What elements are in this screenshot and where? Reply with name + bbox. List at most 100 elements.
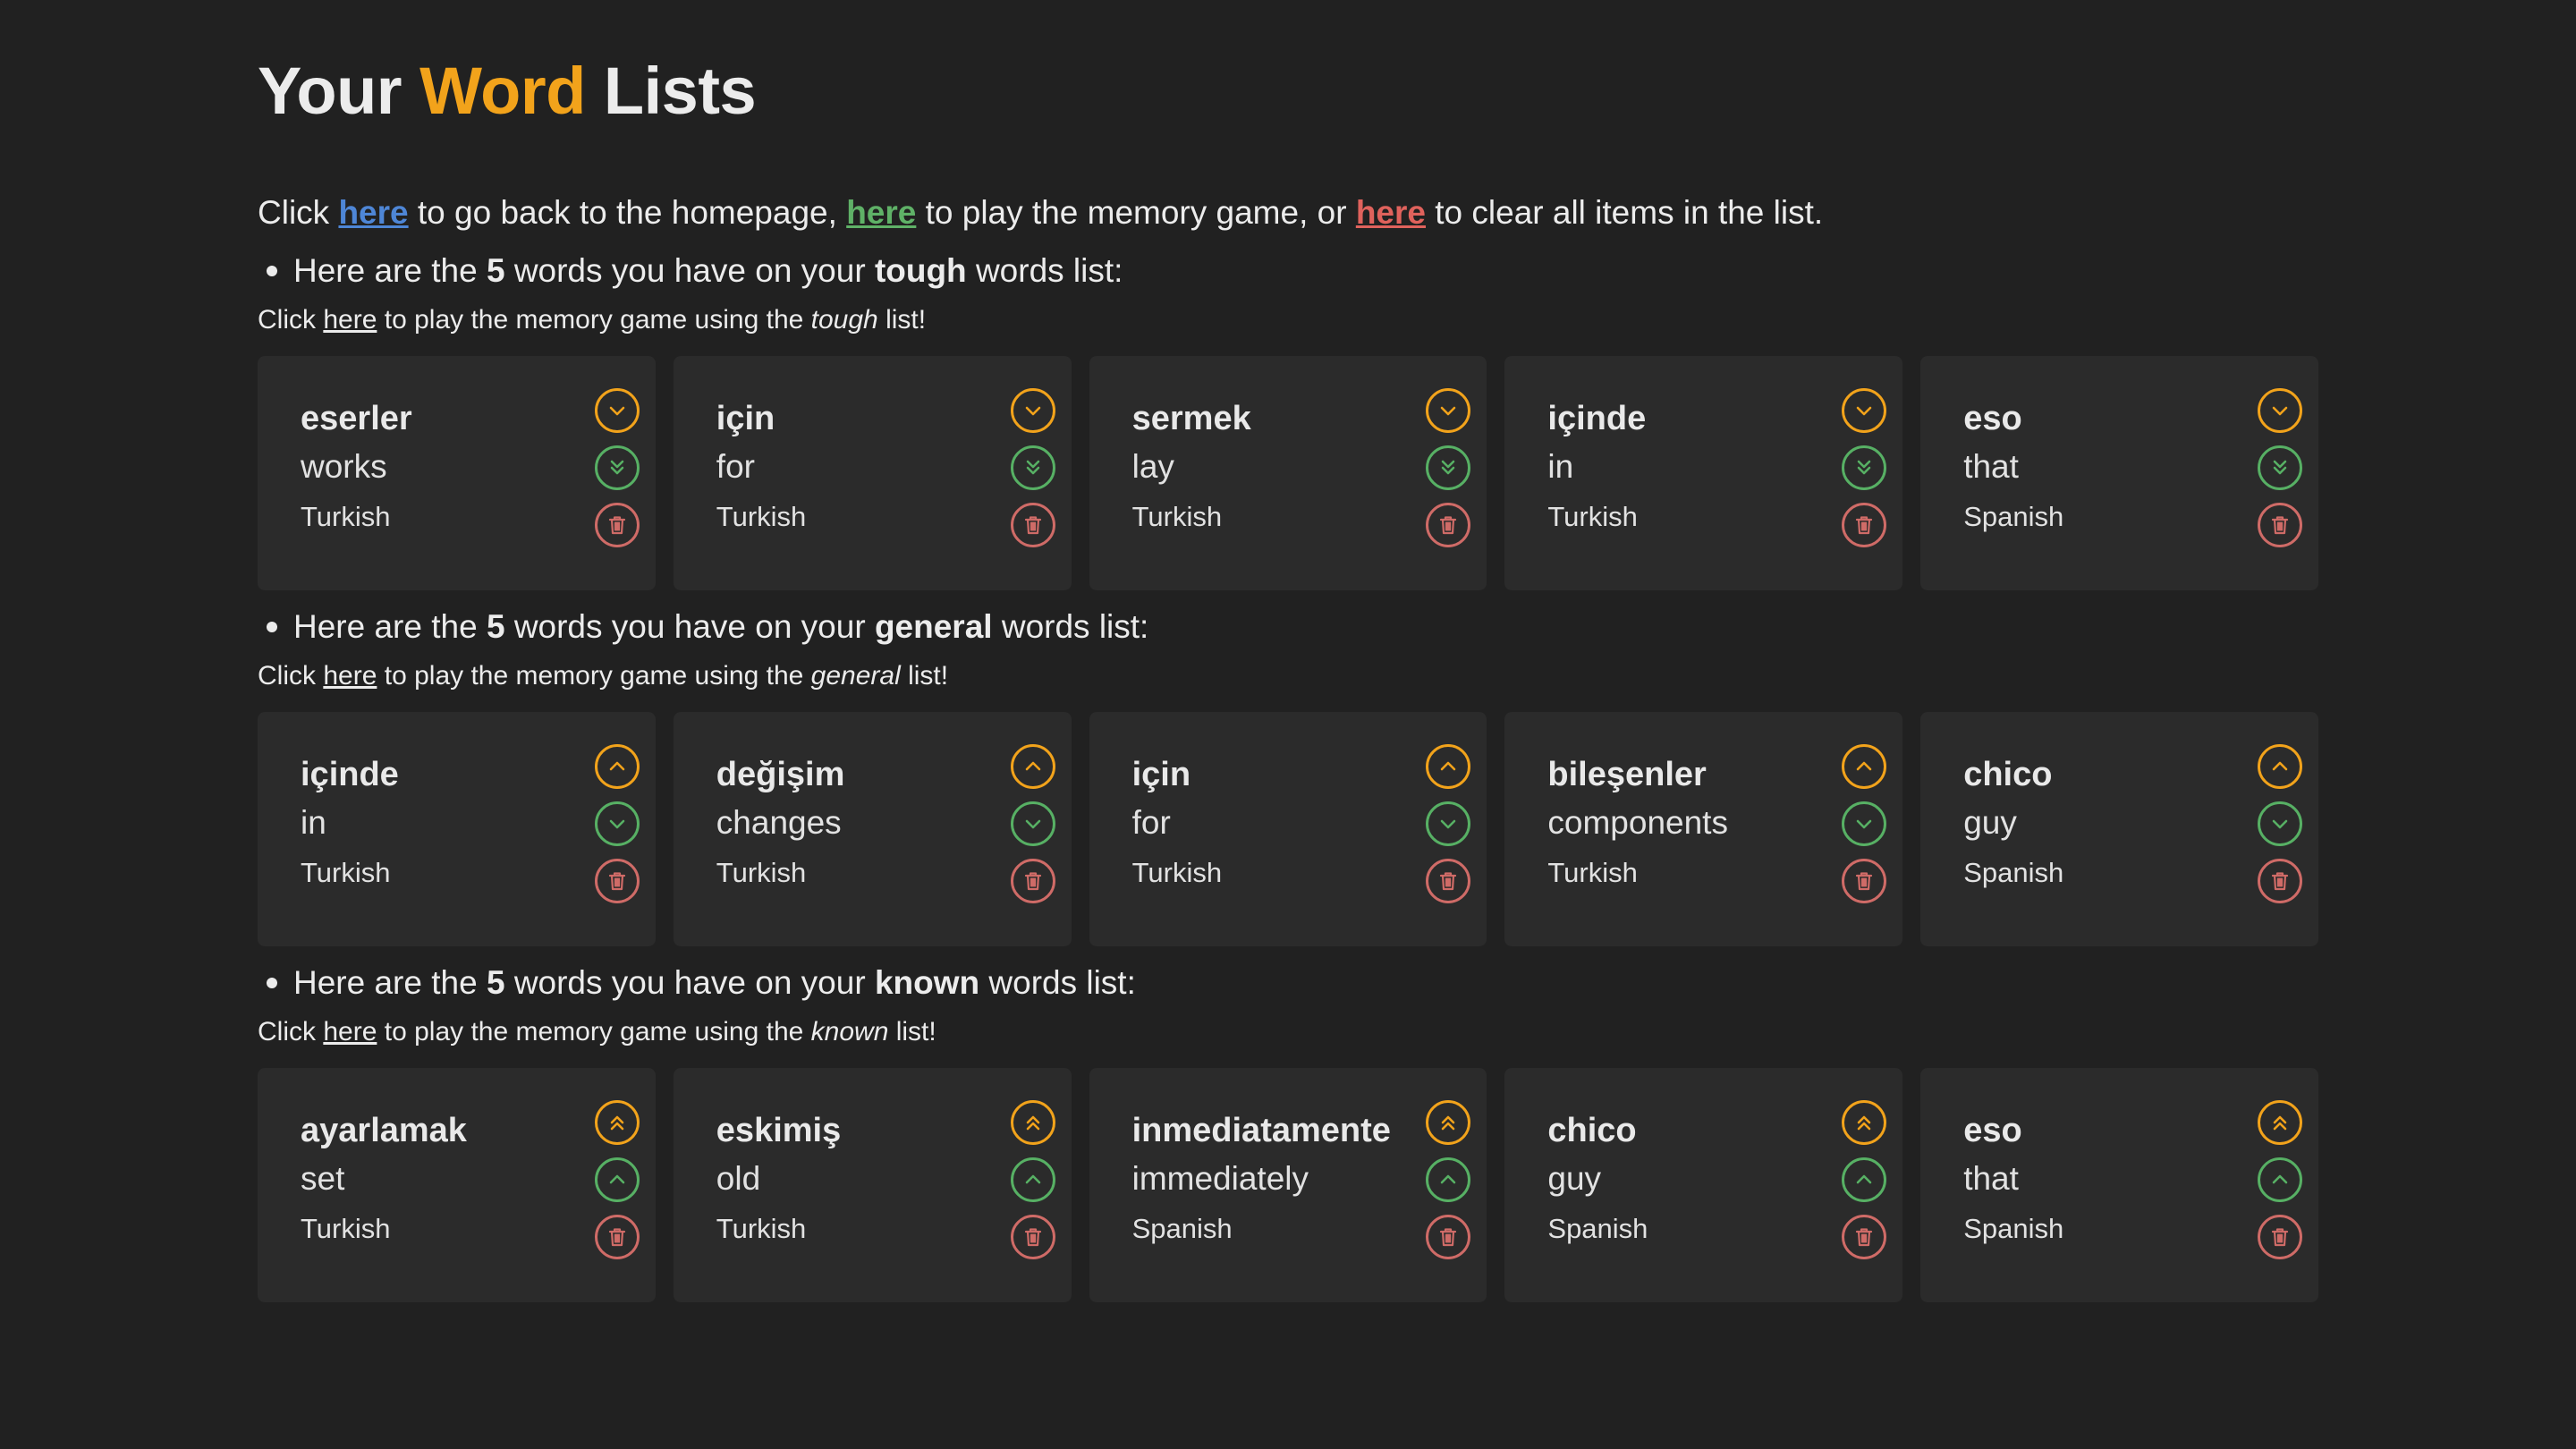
heading-text-3: words list: xyxy=(975,252,1123,289)
chevron-up-icon xyxy=(1441,1174,1456,1184)
sub-text-2: to play the memory game using the xyxy=(384,305,804,335)
homepage-link[interactable]: here xyxy=(338,194,408,231)
delete-button[interactable] xyxy=(594,503,640,547)
word-card: chico guy Spanish xyxy=(1920,712,2318,946)
double-chevron-down-icon xyxy=(2273,460,2287,475)
move-up-button[interactable] xyxy=(2257,744,2302,789)
chevron-up-icon xyxy=(609,761,625,771)
move-down-button[interactable] xyxy=(1842,801,1887,846)
play-list-link[interactable]: here xyxy=(323,1017,377,1046)
double-chevron-down-icon xyxy=(1442,460,1455,475)
double-chevron-up-icon xyxy=(610,1115,624,1131)
move-down-button[interactable] xyxy=(2257,388,2302,433)
intro-text-3: to play the memory game, or xyxy=(925,194,1347,231)
delete-button[interactable] xyxy=(1010,1215,1055,1259)
sub-text-1: Click xyxy=(258,305,316,335)
move-down-button[interactable] xyxy=(2257,801,2302,846)
delete-button[interactable] xyxy=(1842,503,1887,547)
card-actions xyxy=(1010,744,1059,903)
sub-list-name: known xyxy=(810,1017,889,1046)
trash-icon xyxy=(1856,516,1873,535)
move-to-bottom-button[interactable] xyxy=(1842,445,1887,490)
move-up-button[interactable] xyxy=(1426,1157,1471,1202)
delete-button[interactable] xyxy=(1426,503,1471,547)
sub-list-name: general xyxy=(810,661,901,691)
delete-button[interactable] xyxy=(1010,503,1055,547)
move-up-button[interactable] xyxy=(594,1157,640,1202)
move-up-button[interactable] xyxy=(594,744,640,789)
word-list-section: Here are the 5 words you have on your to… xyxy=(258,249,2318,590)
sub-text-3: list! xyxy=(895,1017,936,1046)
play-list-link[interactable]: here xyxy=(323,661,377,691)
chevron-down-icon xyxy=(2272,819,2288,829)
double-chevron-down-icon xyxy=(610,460,624,475)
word-card: inmediatamente immediately Spanish xyxy=(1089,1068,1487,1302)
move-to-top-button[interactable] xyxy=(1842,1100,1887,1145)
chevron-up-icon xyxy=(2272,761,2288,771)
card-actions xyxy=(2257,388,2306,547)
card-actions xyxy=(594,1100,643,1259)
move-to-bottom-button[interactable] xyxy=(1010,445,1055,490)
move-down-button[interactable] xyxy=(1426,388,1471,433)
move-up-button[interactable] xyxy=(1010,744,1055,789)
move-down-button[interactable] xyxy=(594,801,640,846)
move-up-button[interactable] xyxy=(1842,744,1887,789)
sub-text-2: to play the memory game using the xyxy=(384,661,804,691)
move-to-top-button[interactable] xyxy=(2257,1100,2302,1145)
clear-list-link[interactable]: here xyxy=(1356,194,1426,231)
word-card: sermek lay Turkish xyxy=(1089,356,1487,590)
heading-text-1: Here are the xyxy=(293,608,478,645)
double-chevron-down-icon xyxy=(1857,460,1871,475)
move-up-button[interactable] xyxy=(2257,1157,2302,1202)
chevron-up-icon xyxy=(2272,1174,2288,1184)
play-list-link[interactable]: here xyxy=(323,305,377,335)
move-to-bottom-button[interactable] xyxy=(1426,445,1471,490)
card-actions xyxy=(1010,1100,1059,1259)
delete-button[interactable] xyxy=(2257,503,2302,547)
move-down-button[interactable] xyxy=(1426,801,1471,846)
delete-button[interactable] xyxy=(1842,1215,1887,1259)
delete-button[interactable] xyxy=(1426,859,1471,903)
move-to-bottom-button[interactable] xyxy=(594,445,640,490)
word-list-section: Here are the 5 words you have on your ge… xyxy=(258,605,2318,946)
trash-icon xyxy=(2271,516,2289,535)
chevron-up-icon xyxy=(609,1174,625,1184)
word-card: içinde in Turkish xyxy=(1504,356,1903,590)
word-card: ayarlamak set Turkish xyxy=(258,1068,656,1302)
chevron-down-icon xyxy=(1856,819,1872,829)
delete-button[interactable] xyxy=(1842,859,1887,903)
sub-text-1: Click xyxy=(258,661,316,691)
delete-button[interactable] xyxy=(594,859,640,903)
memory-game-link[interactable]: here xyxy=(846,194,916,231)
trash-icon xyxy=(1856,872,1873,891)
play-list-text: Click here to play the memory game using… xyxy=(258,302,2318,338)
intro-text-4: to clear all items in the list. xyxy=(1435,194,1824,231)
list-name: general xyxy=(874,608,993,645)
move-to-top-button[interactable] xyxy=(1010,1100,1055,1145)
move-up-button[interactable] xyxy=(1426,744,1471,789)
heading-text-3: words list: xyxy=(988,964,1136,1001)
heading-text-1: Here are the xyxy=(293,964,478,1001)
move-to-bottom-button[interactable] xyxy=(2257,445,2302,490)
trash-icon xyxy=(1856,1228,1873,1247)
move-down-button[interactable] xyxy=(1842,388,1887,433)
intro-text-1: Click xyxy=(258,194,330,231)
move-up-button[interactable] xyxy=(1842,1157,1887,1202)
card-actions xyxy=(1010,388,1059,547)
play-list-text: Click here to play the memory game using… xyxy=(258,1014,2318,1050)
list-name: tough xyxy=(874,252,967,289)
move-to-top-button[interactable] xyxy=(1426,1100,1471,1145)
delete-button[interactable] xyxy=(1010,859,1055,903)
delete-button[interactable] xyxy=(2257,859,2302,903)
delete-button[interactable] xyxy=(2257,1215,2302,1259)
move-up-button[interactable] xyxy=(1010,1157,1055,1202)
delete-button[interactable] xyxy=(594,1215,640,1259)
move-to-top-button[interactable] xyxy=(594,1100,640,1145)
delete-button[interactable] xyxy=(1426,1215,1471,1259)
sub-list-name: tough xyxy=(810,305,878,335)
heading-text-2: words you have on your xyxy=(513,252,866,289)
move-down-button[interactable] xyxy=(1010,801,1055,846)
move-down-button[interactable] xyxy=(594,388,640,433)
move-down-button[interactable] xyxy=(1010,388,1055,433)
word-count: 5 xyxy=(486,608,505,645)
